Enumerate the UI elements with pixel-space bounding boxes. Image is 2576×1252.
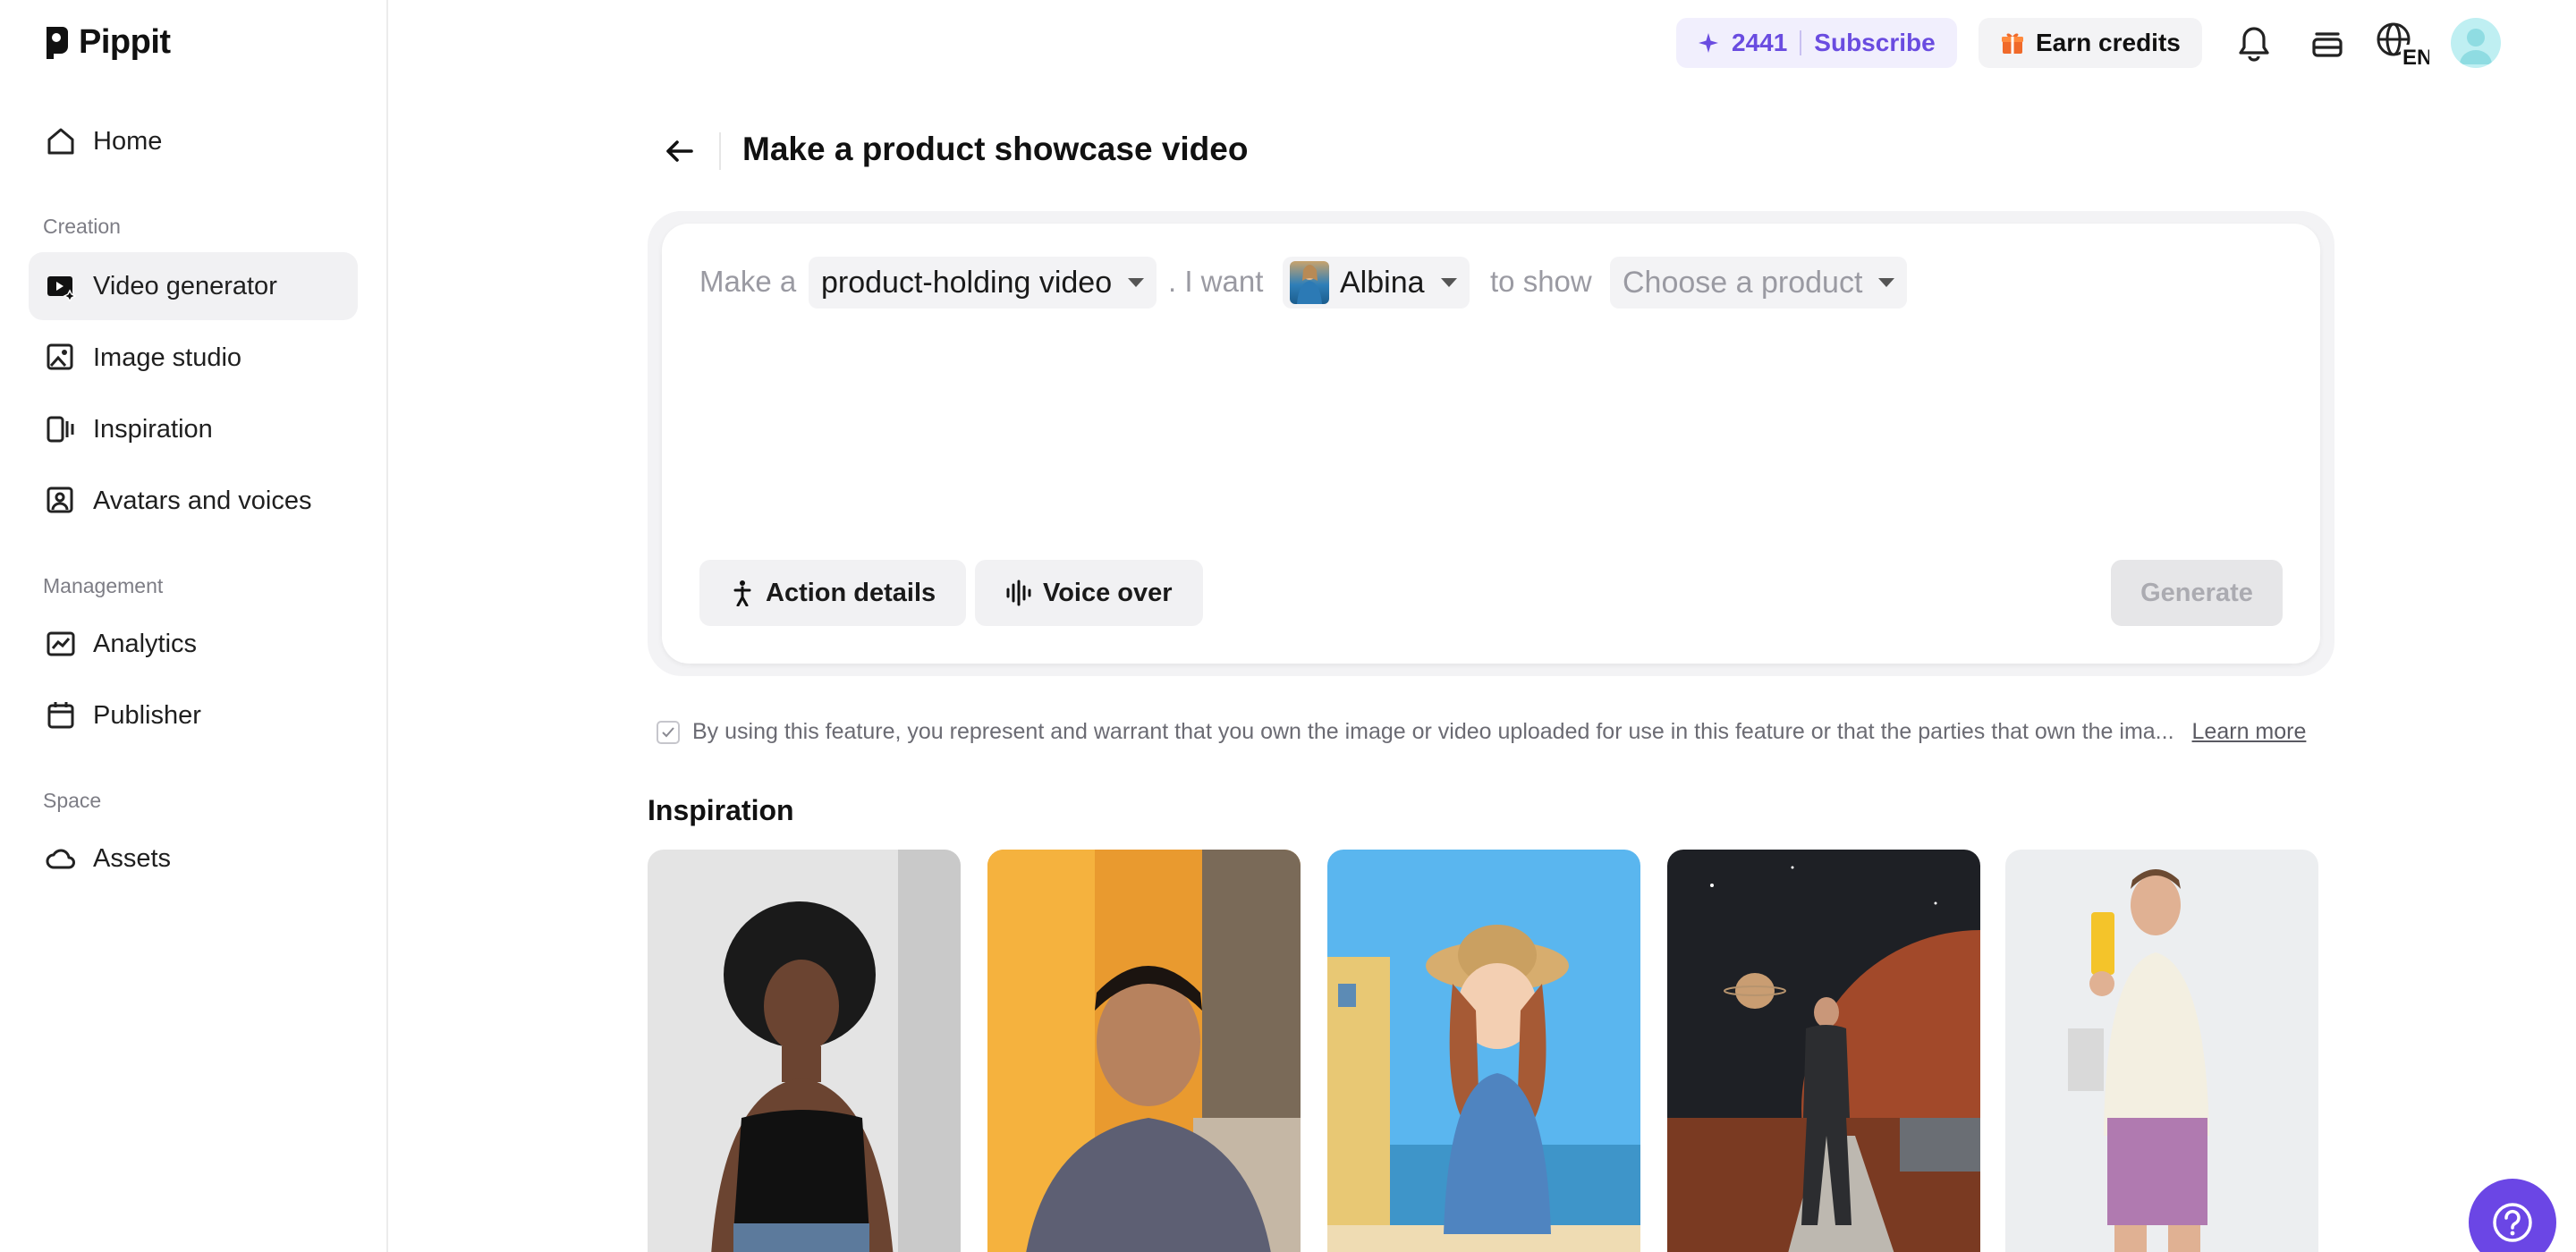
chevron-down-icon [1440,278,1457,287]
cloud-icon [45,842,77,875]
chevron-down-icon [1128,278,1145,287]
inspiration-card[interactable] [2005,850,2318,1252]
sidebar-item-analytics[interactable]: Analytics [29,610,358,678]
consent-checkbox[interactable] [657,720,680,744]
inspiration-card[interactable] [987,850,1301,1252]
person-action-icon [733,580,751,606]
header-divider [719,132,721,170]
prompt-i-want: . I want [1168,265,1264,298]
sidebar-item-publisher[interactable]: Publisher [29,681,358,749]
inspiration-card[interactable] [1667,850,1980,1252]
voice-over-button[interactable]: Voice over [975,560,1203,626]
page-title: Make a product showcase video [742,131,1249,167]
sidebar-item-avatars-voices[interactable]: Avatars and voices [29,467,358,535]
language-code: EN [2402,46,2429,66]
avatar-name: Albina [1340,265,1425,300]
sidebar-item-video-generator[interactable]: Video generator [29,252,358,320]
video-generator-icon [45,270,77,302]
sidebar-item-label: Avatars and voices [93,486,312,515]
notification-bell-icon[interactable] [2231,20,2277,66]
back-button[interactable] [658,131,699,172]
sidebar-item-inspiration[interactable]: Inspiration [29,395,358,463]
calendar-icon [45,699,77,732]
question-circle-icon [2493,1203,2532,1242]
product-placeholder: Choose a product [1623,265,1863,300]
credits-count: 2441 [1732,29,1788,56]
avatar-thumbnail [1290,261,1329,304]
sidebar-item-label: Inspiration [93,414,213,444]
sidebar-item-image-studio[interactable]: Image studio [29,324,358,392]
sidebar-item-assets[interactable]: Assets [29,825,358,892]
subscribe-link[interactable]: Subscribe [1814,29,1935,57]
prompt-to-show: to show [1490,265,1592,298]
disclaimer-row: By using this feature, you represent and… [657,719,2306,745]
prompt-make-a: Make a [699,265,797,298]
arrow-left-icon [666,140,693,162]
disclaimer-text: By using this feature, you represent and… [692,719,2174,744]
gift-icon [2002,33,2023,54]
video-type-value: product-holding video [821,265,1113,300]
avatar-dropdown[interactable]: Albina [1283,257,1470,309]
image-studio-icon [45,342,77,374]
credits-pill[interactable]: 2441 Subscribe [1676,18,1957,68]
section-creation: Creation [43,215,121,238]
earn-credits-button[interactable]: Earn credits [1979,18,2202,68]
product-dropdown[interactable]: Choose a product [1610,257,1908,309]
credits-divider [1800,30,1802,55]
earn-credits-label: Earn credits [2036,29,2181,56]
sidebar-item-label: Video generator [93,271,277,300]
waveform-icon [1006,579,1031,606]
sidebar-item-label: Publisher [93,700,201,730]
voice-over-label: Voice over [1043,578,1173,607]
stack-icon[interactable] [2304,20,2351,66]
video-type-dropdown[interactable]: product-holding video [809,257,1157,309]
inspiration-icon [45,413,77,445]
sidebar-item-home[interactable]: Home [29,107,358,175]
sidebar-item-label: Home [93,126,163,156]
inspiration-title: Inspiration [648,794,794,826]
sidebar-item-label: Image studio [93,343,242,372]
pippit-logo[interactable]: Pippit [43,23,171,62]
avatar-voice-icon [45,485,77,517]
chevron-down-icon [1878,278,1895,287]
user-avatar[interactable] [2451,18,2501,68]
inspiration-card[interactable] [1327,850,1640,1252]
analytics-icon [45,628,77,660]
section-space: Space [43,789,102,812]
help-button[interactable] [2469,1179,2556,1252]
learn-more-link[interactable]: Learn more [2192,719,2307,745]
home-icon [45,125,77,157]
check-icon [662,726,674,737]
sidebar-item-label: Assets [93,843,172,873]
sparkle-icon [1699,33,1718,53]
inspiration-card[interactable] [648,850,961,1252]
sidebar: Pippit Home Creation Video generator Ima… [0,0,388,1252]
action-details-button[interactable]: Action details [699,560,967,626]
pippit-logo-icon [47,26,68,59]
language-globe-icon[interactable]: EN [2374,20,2429,66]
section-management: Management [43,574,164,597]
generate-button[interactable]: Generate [2111,560,2283,626]
sidebar-item-label: Analytics [93,629,198,658]
app-name: Pippit [79,23,171,61]
action-details-label: Action details [766,578,936,607]
